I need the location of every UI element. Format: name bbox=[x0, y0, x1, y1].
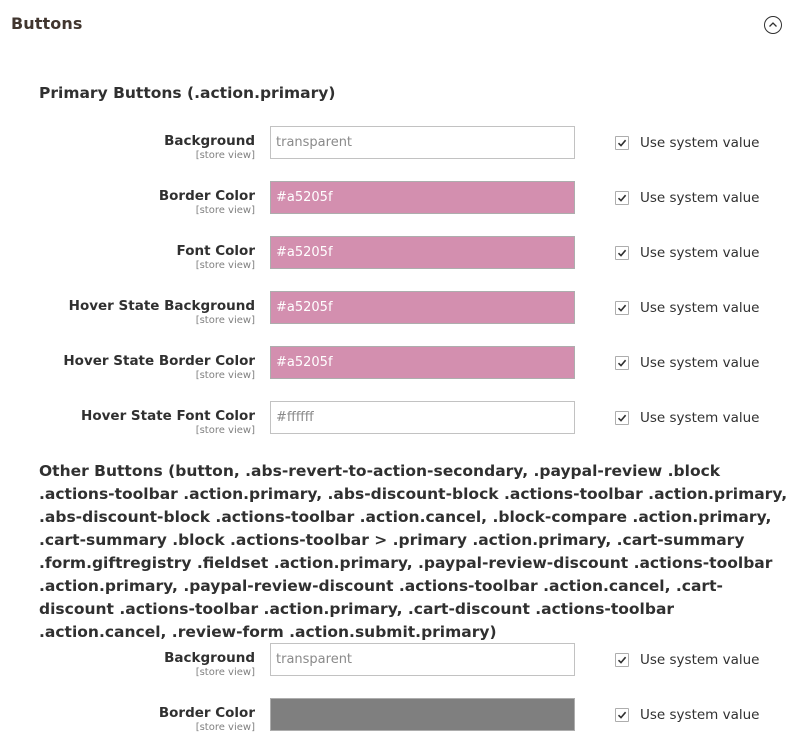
color-input[interactable] bbox=[270, 401, 575, 434]
use-system-value[interactable]: Use system value bbox=[615, 245, 759, 261]
checkmark-icon bbox=[617, 249, 627, 257]
field-name: Hover State Font Color bbox=[81, 408, 255, 424]
checkmark-icon bbox=[617, 304, 627, 312]
checkmark-icon bbox=[617, 414, 627, 422]
use-system-checkbox[interactable] bbox=[615, 708, 629, 722]
field-label: Font Color [store view] bbox=[177, 243, 255, 272]
checkmark-icon bbox=[617, 139, 627, 147]
field-label: Background [store view] bbox=[164, 650, 255, 679]
use-system-checkbox[interactable] bbox=[615, 301, 629, 315]
field-name: Border Color bbox=[158, 705, 255, 721]
field-name: Font Color bbox=[176, 243, 255, 259]
color-input[interactable] bbox=[270, 126, 575, 159]
use-system-label: Use system value bbox=[640, 135, 760, 151]
field-label: Hover State Font Color [store view] bbox=[81, 408, 255, 437]
field-name: Hover State Background bbox=[68, 298, 255, 314]
field-scope: [store view] bbox=[195, 260, 255, 271]
use-system-label: Use system value bbox=[640, 300, 760, 316]
config-row: Hover State Border Color[store view] Use … bbox=[0, 346, 800, 390]
use-system-value[interactable]: Use system value bbox=[615, 355, 759, 371]
use-system-value[interactable]: Use system value bbox=[615, 652, 759, 668]
use-system-label: Use system value bbox=[640, 245, 760, 261]
use-system-checkbox[interactable] bbox=[615, 246, 629, 260]
use-system-checkbox[interactable] bbox=[615, 411, 629, 425]
use-system-value[interactable]: Use system value bbox=[615, 707, 759, 723]
config-row: Border Color[store view] Use system value bbox=[0, 698, 800, 742]
field-label: Border Color [store view] bbox=[159, 188, 255, 217]
config-row: Hover State Font Color[store view] Use sy… bbox=[0, 401, 800, 445]
field-scope: [store view] bbox=[195, 425, 255, 436]
section-header[interactable]: Buttons bbox=[0, 0, 800, 50]
use-system-checkbox[interactable] bbox=[615, 356, 629, 370]
section-title: Buttons bbox=[11, 14, 83, 33]
config-row: Background[store view] Use system value bbox=[0, 643, 800, 687]
use-system-label: Use system value bbox=[640, 355, 760, 371]
checkmark-icon bbox=[617, 711, 627, 719]
use-system-label: Use system value bbox=[640, 190, 760, 206]
field-scope: [store view] bbox=[195, 205, 255, 216]
use-system-checkbox[interactable] bbox=[615, 653, 629, 667]
config-row: Font Color[store view] Use system value bbox=[0, 236, 800, 280]
use-system-label: Use system value bbox=[640, 410, 760, 426]
field-scope: [store view] bbox=[195, 722, 255, 733]
primary-buttons-group-title: Primary Buttons (.action.primary) bbox=[39, 84, 336, 102]
use-system-value[interactable]: Use system value bbox=[615, 190, 759, 206]
field-label: Hover State Background [store view] bbox=[69, 298, 255, 327]
use-system-label: Use system value bbox=[640, 707, 760, 723]
field-name: Border Color bbox=[158, 188, 255, 204]
use-system-checkbox[interactable] bbox=[615, 136, 629, 150]
field-scope: [store view] bbox=[195, 370, 255, 381]
field-name: Background bbox=[164, 650, 255, 666]
use-system-checkbox[interactable] bbox=[615, 191, 629, 205]
field-scope: [store view] bbox=[195, 667, 255, 678]
color-input[interactable] bbox=[270, 346, 575, 379]
color-input[interactable] bbox=[270, 291, 575, 324]
field-name: Hover State Border Color bbox=[63, 353, 255, 369]
field-label: Background [store view] bbox=[164, 133, 255, 162]
color-input[interactable] bbox=[270, 236, 575, 269]
field-label: Hover State Border Color [store view] bbox=[63, 353, 255, 382]
use-system-value[interactable]: Use system value bbox=[615, 410, 759, 426]
color-input[interactable] bbox=[270, 698, 575, 731]
field-label: Border Color [store view] bbox=[159, 705, 255, 734]
other-buttons-group-title: Other Buttons (button, .abs-revert-to-ac… bbox=[39, 462, 788, 641]
color-input[interactable] bbox=[270, 181, 575, 214]
color-input[interactable] bbox=[270, 643, 575, 676]
checkmark-icon bbox=[617, 359, 627, 367]
use-system-value[interactable]: Use system value bbox=[615, 135, 759, 151]
config-row: Border Color[store view] Use system value bbox=[0, 181, 800, 225]
field-name: Background bbox=[164, 133, 255, 149]
checkmark-icon bbox=[617, 656, 627, 664]
chevron-up-circle-icon[interactable] bbox=[764, 16, 782, 34]
field-scope: [store view] bbox=[195, 150, 255, 161]
checkmark-icon bbox=[617, 194, 627, 202]
use-system-value[interactable]: Use system value bbox=[615, 300, 759, 316]
config-row: Background[store view] Use system value bbox=[0, 126, 800, 170]
field-scope: [store view] bbox=[195, 315, 255, 326]
config-row: Hover State Background[store view] Use sy… bbox=[0, 291, 800, 335]
use-system-label: Use system value bbox=[640, 652, 760, 668]
